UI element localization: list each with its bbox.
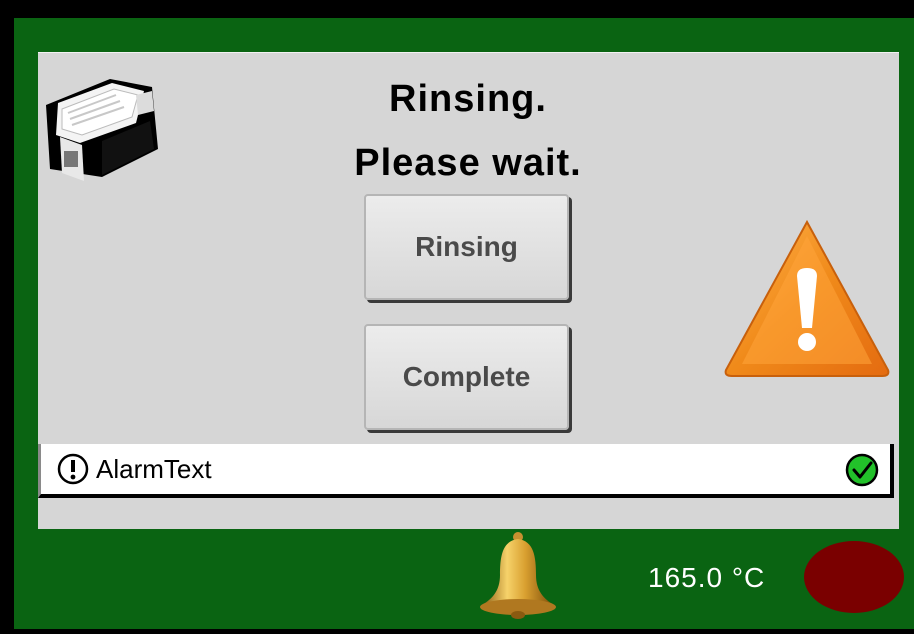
temperature-readout: 165.0 °C [648,562,766,593]
status-message-line2: Please wait. [354,142,582,184]
warning-triangle-icon [724,219,890,377]
status-lamp[interactable] [804,541,904,613]
main-panel: Rinsing. Please wait. Rinsing Complete A… [38,52,899,529]
bell-icon[interactable] [476,531,560,619]
alarm-exclamation-icon [57,453,89,485]
ok-check-icon [845,453,879,487]
alarm-bar[interactable]: AlarmText [38,444,894,498]
dispenser-device-icon [46,79,158,181]
status-message: Rinsing. Please wait. [268,67,668,195]
status-message-line1: Rinsing. [389,78,547,120]
complete-button[interactable]: Complete [364,324,569,430]
rinsing-button[interactable]: Rinsing [364,194,569,300]
alarm-text: AlarmText [96,453,212,484]
screen-frame: Rinsing. Please wait. Rinsing Complete A… [0,0,914,634]
